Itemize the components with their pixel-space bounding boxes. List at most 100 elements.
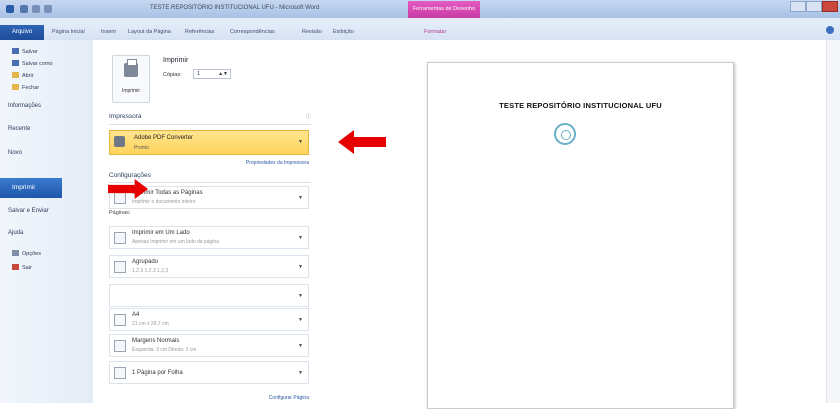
close-file-icon bbox=[12, 84, 19, 90]
tab-references[interactable]: Referências bbox=[185, 29, 214, 35]
printer-icon bbox=[114, 136, 125, 147]
help-icon[interactable] bbox=[826, 26, 834, 34]
pages-per-sheet-dropdown[interactable]: 1 Página por Folha ▼ bbox=[109, 361, 309, 384]
tab-file[interactable]: Arquivo bbox=[0, 25, 44, 40]
printer-section-heading: Impressora bbox=[109, 113, 142, 120]
nav-save[interactable]: Salvar bbox=[12, 48, 38, 55]
nav-help[interactable]: Ajuda bbox=[8, 230, 23, 236]
sides-desc: Apenas imprimir em um lado da página bbox=[132, 239, 219, 245]
margins-dropdown[interactable]: Margens Normais Esquerda: 3 cm Direita: … bbox=[109, 334, 309, 357]
tab-mailings[interactable]: Correspondências bbox=[230, 29, 275, 35]
redo-icon[interactable] bbox=[44, 5, 52, 13]
sides-dropdown[interactable]: Imprimir em Um Lado Apenas imprimir em u… bbox=[109, 226, 309, 249]
nav-info[interactable]: Informações bbox=[8, 103, 41, 109]
preview-scrollbar[interactable] bbox=[826, 40, 840, 403]
copies-value: 1 bbox=[197, 71, 201, 77]
save-icon[interactable] bbox=[20, 5, 28, 13]
printer-icon bbox=[124, 59, 138, 77]
info-icon[interactable]: ⓘ bbox=[306, 113, 311, 120]
print-heading: Imprimir bbox=[163, 57, 189, 64]
page-setup-link[interactable]: Configurar Página bbox=[269, 395, 309, 401]
window-title: TESTE REPOSITÓRIO INSTITUCIONAL UFU - Mi… bbox=[150, 5, 320, 11]
red-arrow-left-icon bbox=[338, 130, 386, 154]
undo-icon[interactable] bbox=[32, 5, 40, 13]
chevron-down-icon: ▼ bbox=[298, 264, 303, 270]
nav-recent[interactable]: Recente bbox=[8, 126, 30, 132]
nav-exit-label: Sair bbox=[22, 265, 32, 271]
title-bar: TESTE REPOSITÓRIO INSTITUCIONAL UFU - Mi… bbox=[0, 0, 840, 18]
close-button[interactable] bbox=[822, 1, 838, 12]
nav-close[interactable]: Fechar bbox=[12, 84, 39, 91]
pages-per-sheet-value: 1 Página por Folha bbox=[132, 370, 183, 376]
tab-home[interactable]: Página Inicial bbox=[52, 29, 85, 35]
pages-label: Páginas: bbox=[109, 210, 131, 216]
context-tab-drawing-tools: Ferramentas de Desenho bbox=[408, 1, 480, 18]
copies-label: Cópias: bbox=[163, 72, 182, 78]
window-controls bbox=[790, 1, 838, 12]
print-settings-panel: Imprimir Imprimir Cópias: 1 ▲▼ Impressor… bbox=[93, 40, 321, 403]
pages-per-sheet-icon bbox=[114, 367, 126, 379]
sides-value: Imprimir em Um Lado bbox=[132, 230, 190, 236]
chevron-down-icon: ▼ bbox=[298, 370, 303, 376]
section-divider bbox=[109, 124, 311, 125]
nav-save-as[interactable]: Salvar como bbox=[12, 60, 53, 67]
tab-format[interactable]: Formatar bbox=[424, 29, 446, 35]
preview-page: TESTE REPOSITÓRIO INSTITUCIONAL UFU bbox=[427, 62, 734, 409]
print-button[interactable]: Imprimir bbox=[112, 55, 150, 103]
nav-save-label: Salvar bbox=[22, 49, 38, 55]
paper-size-desc: 21 cm x 29,7 cm bbox=[132, 321, 169, 327]
chevron-down-icon: ▼ bbox=[298, 139, 303, 145]
nav-save-as-label: Salvar como bbox=[22, 61, 53, 67]
nav-new[interactable]: Novo bbox=[8, 150, 22, 156]
word-logo-icon bbox=[6, 5, 14, 13]
margins-desc: Esquerda: 3 cm Direita: 3 cm bbox=[132, 347, 197, 353]
options-icon bbox=[12, 250, 19, 256]
paper-icon bbox=[114, 314, 126, 326]
nav-print[interactable]: Imprimir bbox=[0, 178, 62, 198]
document-title: TESTE REPOSITÓRIO INSTITUCIONAL UFU bbox=[499, 101, 662, 110]
nav-save-send[interactable]: Salvar e Enviar bbox=[8, 208, 49, 214]
orientation-dropdown[interactable]: ▼ bbox=[109, 284, 309, 307]
collate-icon bbox=[114, 261, 126, 273]
paper-size-value: A4 bbox=[132, 312, 140, 318]
margins-icon bbox=[114, 340, 126, 352]
maximize-button[interactable] bbox=[806, 1, 822, 12]
margins-value: Margens Normais bbox=[132, 338, 180, 344]
chevron-down-icon: ▼ bbox=[298, 235, 303, 241]
minimize-button[interactable] bbox=[790, 1, 806, 12]
ribbon-tab-bar: Arquivo Página Inicial Inserir Layout da… bbox=[0, 18, 840, 41]
nav-exit[interactable]: Sair bbox=[12, 264, 32, 271]
backstage-nav: Salvar Salvar como Abrir Fechar Informaç… bbox=[0, 40, 94, 403]
collation-dropdown[interactable]: Agrupado 1,2,3 1,2,3 1,2,3 ▼ bbox=[109, 255, 309, 278]
chevron-down-icon: ▼ bbox=[298, 343, 303, 349]
nav-options-label: Opções bbox=[22, 251, 41, 257]
tab-view[interactable]: Exibição bbox=[333, 29, 354, 35]
copies-stepper[interactable]: 1 ▲▼ bbox=[193, 69, 231, 79]
nav-open-label: Abrir bbox=[22, 73, 34, 79]
paper-size-dropdown[interactable]: A4 21 cm x 29,7 cm ▼ bbox=[109, 308, 309, 331]
save-as-icon bbox=[12, 60, 19, 66]
chevron-down-icon: ▼ bbox=[298, 317, 303, 323]
chevron-down-icon: ▼ bbox=[298, 195, 303, 201]
save-icon bbox=[12, 48, 19, 54]
tab-review[interactable]: Revisão bbox=[302, 29, 322, 35]
open-folder-icon bbox=[12, 72, 19, 78]
collation-desc: 1,2,3 1,2,3 1,2,3 bbox=[132, 268, 169, 274]
spin-arrows-icon[interactable]: ▲▼ bbox=[218, 70, 228, 78]
collation-value: Agrupado bbox=[132, 259, 159, 265]
printer-dropdown[interactable]: Adobe PDF Converter Pronto ▼ bbox=[109, 130, 309, 155]
one-sided-icon bbox=[114, 232, 126, 244]
nav-close-label: Fechar bbox=[22, 85, 40, 91]
exit-icon bbox=[12, 264, 19, 270]
tab-insert[interactable]: Inserir bbox=[101, 29, 116, 35]
red-arrow-right-icon bbox=[108, 179, 148, 199]
university-seal-icon bbox=[554, 123, 576, 145]
nav-options[interactable]: Opções bbox=[12, 250, 41, 257]
tab-page-layout[interactable]: Layout da Página bbox=[128, 29, 171, 35]
printer-properties-link[interactable]: Propriedades da Impressora bbox=[246, 160, 309, 166]
print-button-label: Imprimir bbox=[121, 88, 141, 94]
nav-open[interactable]: Abrir bbox=[12, 72, 34, 79]
printer-name: Adobe PDF Converter bbox=[134, 135, 194, 141]
printer-status: Pronto bbox=[134, 145, 149, 151]
chevron-down-icon: ▼ bbox=[298, 293, 303, 299]
